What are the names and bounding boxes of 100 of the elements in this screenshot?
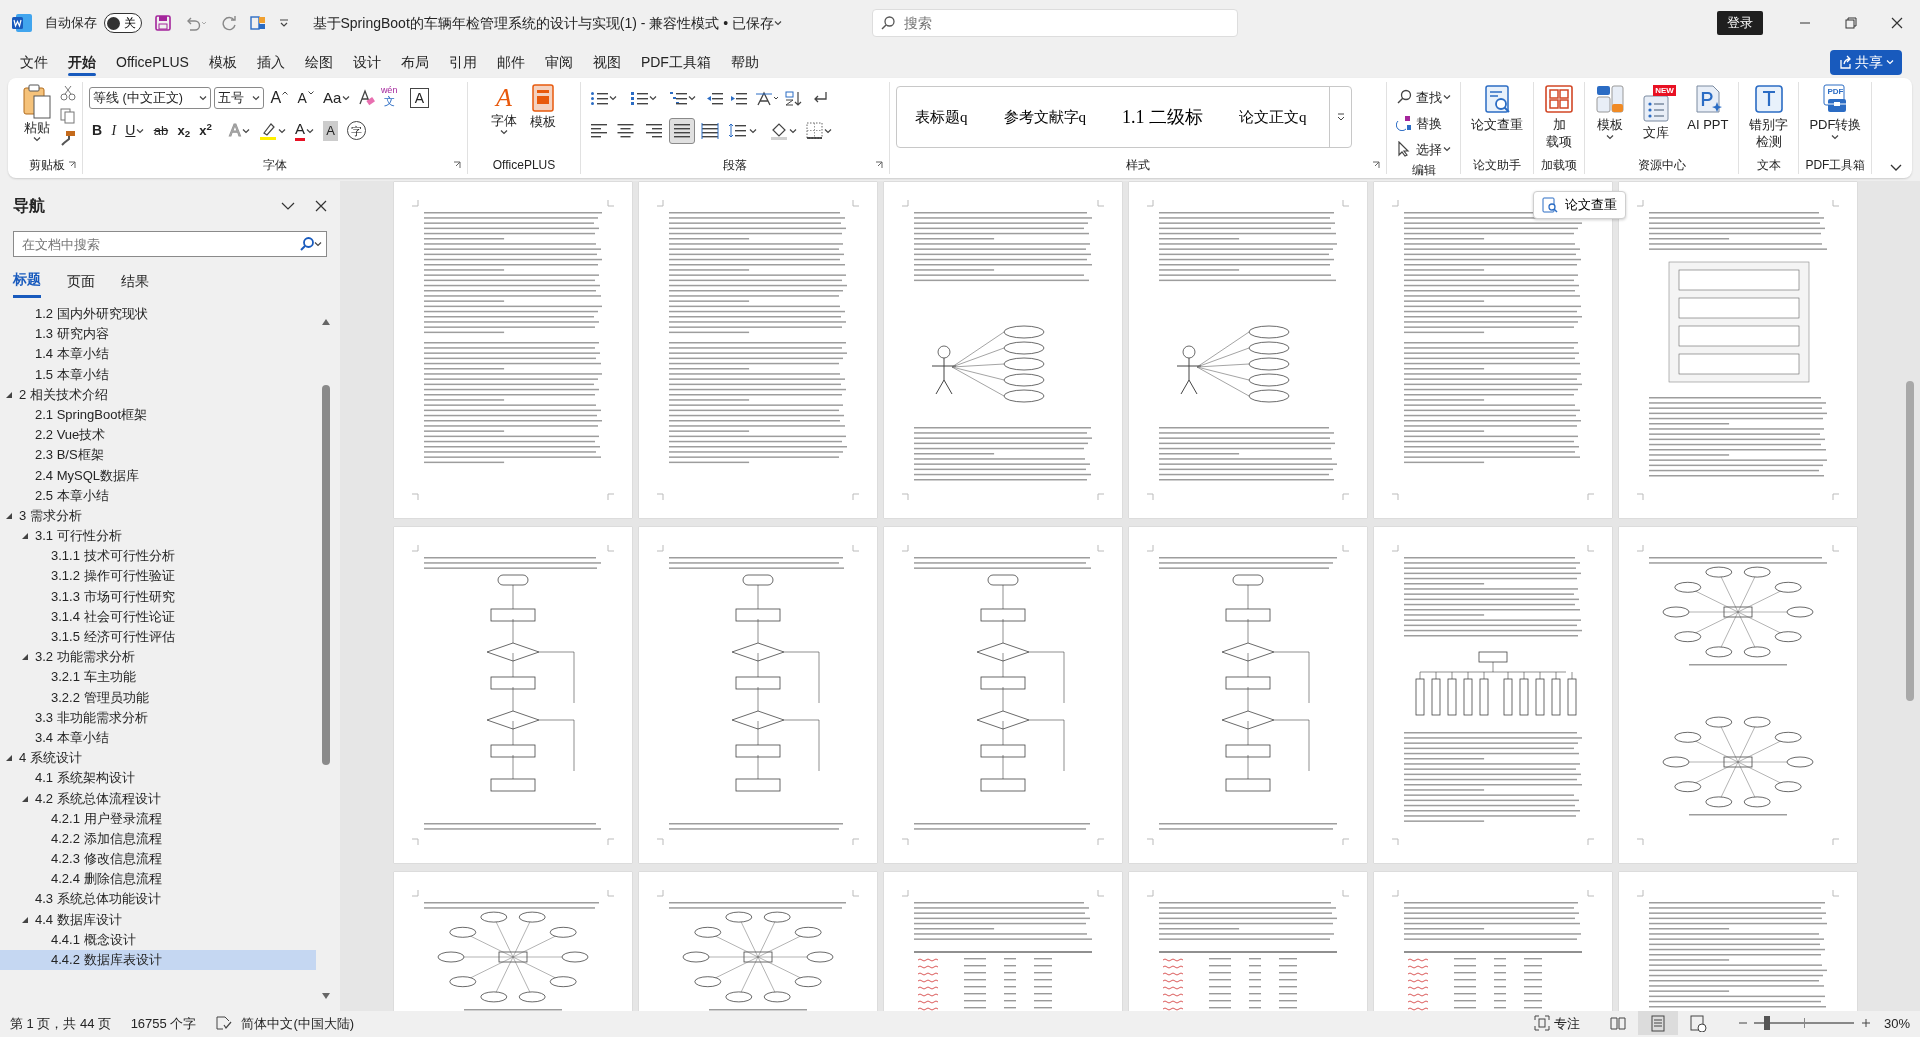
heading-item[interactable]: 3.1.2 操作可行性验证 bbox=[51, 568, 175, 584]
subscript-button[interactable]: x$_{2}$ bbox=[174, 117, 194, 144]
heading-item[interactable]: 3.1.1 技术可行性分析 bbox=[51, 548, 175, 564]
font-size-dropdown[interactable]: 五号 bbox=[214, 87, 265, 110]
ribbon-tab[interactable]: PDF工具箱 bbox=[630, 48, 721, 76]
ribbon-tab[interactable]: 布局 bbox=[390, 48, 439, 76]
ribbon-tab[interactable]: OfficePLUS bbox=[106, 48, 199, 76]
strikethrough-button[interactable]: ab bbox=[150, 117, 172, 144]
scrollbar-thumb[interactable] bbox=[322, 385, 330, 766]
ribbon-tab[interactable]: 引用 bbox=[438, 48, 487, 76]
ppt-tool-button[interactable]: AI PPT bbox=[1683, 82, 1733, 136]
shrink-font-button[interactable]: A bbox=[294, 85, 317, 112]
grow-font-button[interactable]: A bbox=[267, 85, 292, 112]
focus-button[interactable]: 专注 bbox=[1530, 1012, 1583, 1035]
heading-item[interactable]: 2.5 本章小结 bbox=[35, 487, 109, 503]
heading-item[interactable]: 2.4 MySQL数据库 bbox=[35, 467, 140, 483]
customize-icon[interactable] bbox=[278, 18, 289, 28]
heading-item[interactable]: 4.2.3 修改信息流程 bbox=[51, 851, 162, 867]
bold-button[interactable]: B bbox=[89, 117, 106, 144]
heading-item[interactable]: 4.2.4 删除信息流程 bbox=[51, 871, 162, 887]
zoom-level[interactable]: 30% bbox=[1883, 1013, 1910, 1033]
heading-item[interactable]: 4.3 系统总体功能设计 bbox=[35, 891, 161, 907]
italic-button[interactable]: I bbox=[108, 117, 120, 144]
plagiarism-check-button[interactable]: 论文查重 bbox=[1533, 191, 1626, 219]
typo-tool-button[interactable]: 错别字 检测 bbox=[1745, 82, 1793, 152]
heading-item[interactable]: 3 需求分析 bbox=[19, 507, 82, 523]
library-tool-button[interactable]: NEW 文库 bbox=[1637, 82, 1676, 144]
pane-tab[interactable]: 标题 bbox=[13, 270, 41, 298]
expanded-arrow-icon[interactable] bbox=[5, 390, 13, 399]
check-tool-button[interactable]: 论文查重 bbox=[1467, 82, 1528, 136]
dialog-launcher-icon[interactable] bbox=[453, 161, 461, 169]
zoom-slider[interactable] bbox=[1754, 1016, 1855, 1031]
ribbon-tab[interactable]: 设计 bbox=[342, 48, 391, 76]
grid-tool-button[interactable]: 加 载项 bbox=[1540, 82, 1579, 152]
expanded-arrow-icon[interactable] bbox=[21, 915, 29, 924]
pane-tab[interactable]: 结果 bbox=[121, 270, 149, 298]
numbering-icon[interactable] bbox=[629, 89, 648, 107]
expanded-arrow-icon[interactable] bbox=[21, 653, 29, 662]
ribbon-tab[interactable]: 邮件 bbox=[486, 48, 535, 76]
ribbon-tab[interactable]: 绘图 bbox=[294, 48, 343, 76]
layout-tool-button[interactable]: 模板 bbox=[1591, 82, 1630, 142]
print-view-button[interactable] bbox=[1638, 1011, 1679, 1036]
heading-item[interactable]: 1.2 国内外研究现状 bbox=[35, 306, 148, 321]
editing-find-button[interactable]: 查找 bbox=[1393, 85, 1455, 110]
scroll-up-icon[interactable] bbox=[322, 319, 330, 326]
pdf-tool-button[interactable]: PDF PDF转换 bbox=[1805, 82, 1866, 142]
dialog-launcher-icon[interactable] bbox=[875, 161, 883, 169]
ribbon-tab[interactable]: 插入 bbox=[246, 48, 295, 76]
ribbon-tab[interactable]: 帮助 bbox=[720, 48, 769, 76]
expanded-arrow-icon[interactable] bbox=[5, 511, 13, 520]
editing-select-button[interactable]: 选择 bbox=[1393, 137, 1455, 162]
cut-icon[interactable] bbox=[60, 85, 76, 102]
ribbon-tab[interactable]: 模板 bbox=[198, 48, 247, 76]
dialog-launcher-icon[interactable] bbox=[1372, 161, 1380, 169]
style-option[interactable]: 1.1 二级标 bbox=[1104, 103, 1221, 131]
font-color-button[interactable]: A bbox=[292, 117, 318, 144]
style-option[interactable]: 论文正文q bbox=[1221, 105, 1325, 129]
editing-replace-button[interactable]: 替换 bbox=[1393, 111, 1455, 136]
ribbon-tab[interactable]: 视图 bbox=[582, 48, 631, 76]
share-button[interactable]: 共享 bbox=[1829, 49, 1902, 75]
superscript-button[interactable]: x$^{2}$ bbox=[196, 117, 215, 144]
character-border-button[interactable]: A bbox=[409, 88, 429, 109]
search-field[interactable]: 在文档中搜索 bbox=[20, 233, 300, 255]
heading-item[interactable]: 4.1 系统架构设计 bbox=[35, 770, 135, 786]
ribbon-tab[interactable]: 文件 bbox=[10, 48, 58, 76]
heading-item[interactable]: 2 相关技术介绍 bbox=[19, 386, 108, 402]
ribbon-tab[interactable]: 审阅 bbox=[534, 48, 583, 76]
template-button[interactable]: 模板 bbox=[525, 82, 561, 133]
autosave-toggle[interactable]: 关 bbox=[103, 13, 142, 33]
redo-icon[interactable] bbox=[220, 15, 237, 31]
zoom-in-icon[interactable] bbox=[1860, 1018, 1871, 1029]
heading-item[interactable]: 1.3 研究内容 bbox=[35, 326, 109, 342]
heading-item[interactable]: 3.3 非功能需求分析 bbox=[35, 709, 148, 725]
clear-format-icon[interactable] bbox=[356, 89, 375, 108]
close-icon[interactable] bbox=[1891, 17, 1903, 29]
change-case-button[interactable]: Aa bbox=[320, 85, 354, 112]
heading-item[interactable]: 3.1 可行性分析 bbox=[35, 528, 122, 544]
login-button[interactable]: 登录 bbox=[1716, 11, 1763, 35]
style-option[interactable]: 参考文献字q bbox=[985, 105, 1104, 129]
style-option[interactable]: 表标题q bbox=[897, 105, 986, 129]
heading-item[interactable]: 4.4.1 概念设计 bbox=[51, 931, 136, 947]
scrollbar-thumb[interactable] bbox=[1906, 381, 1914, 702]
font-name-dropdown[interactable]: 等线 (中文正文) bbox=[89, 87, 211, 110]
heading-item[interactable]: 3.1.3 市场可行性研究 bbox=[51, 588, 175, 604]
dialog-launcher-icon[interactable] bbox=[68, 161, 76, 169]
save-icon[interactable] bbox=[154, 15, 171, 31]
multilevel-list-icon[interactable] bbox=[669, 89, 687, 107]
format-painter-icon[interactable] bbox=[60, 130, 76, 147]
heading-item[interactable]: 3.4 本章小结 bbox=[35, 729, 109, 745]
search-field[interactable]: 搜索 bbox=[901, 11, 1202, 35]
close-icon[interactable] bbox=[315, 200, 327, 213]
expanded-arrow-icon[interactable] bbox=[5, 754, 13, 763]
heading-item[interactable]: 4.2 系统总体流程设计 bbox=[35, 790, 161, 806]
heading-item[interactable]: 2.2 Vue技术 bbox=[35, 427, 106, 443]
heading-item[interactable]: 2.1 SpringBoot框架 bbox=[35, 406, 147, 422]
phonetic-guide-button[interactable]: wén 文 bbox=[377, 85, 401, 112]
expanded-arrow-icon[interactable] bbox=[21, 794, 29, 803]
proofing-icon[interactable] bbox=[215, 1016, 232, 1031]
heading-item[interactable]: 4 系统设计 bbox=[19, 750, 82, 766]
scroll-down-icon[interactable] bbox=[322, 993, 330, 1000]
